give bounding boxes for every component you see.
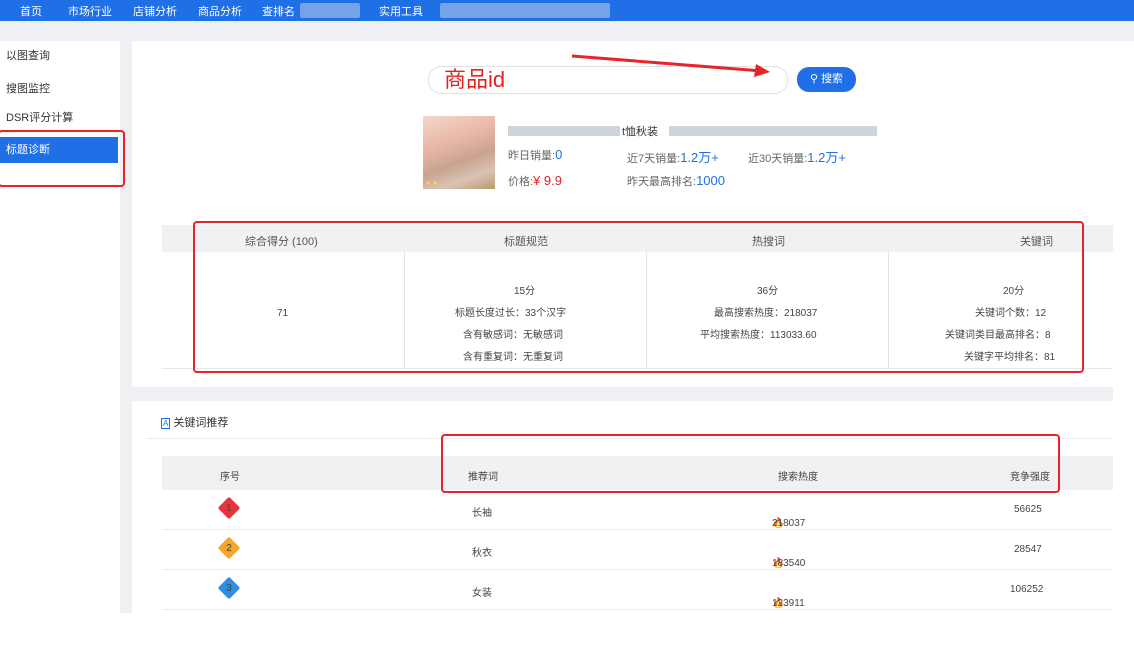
- sidebar-item-image-search[interactable]: 以图查询: [0, 43, 120, 69]
- section-gap: [132, 387, 1113, 401]
- nav-market[interactable]: 市场行业: [68, 3, 112, 19]
- table-row[interactable]: 1 长袖 🔥 218037 56625: [162, 490, 1113, 530]
- nav-rank[interactable]: 查排名: [262, 3, 295, 19]
- keyword-word: 女装: [472, 588, 492, 599]
- sidebar-item-image-monitor[interactable]: 搜图监控: [0, 76, 120, 102]
- table-row[interactable]: 3 女装 🔥 123911 106252: [162, 570, 1113, 610]
- search-overlay-text: 商品id: [444, 67, 506, 92]
- nav-tools[interactable]: 实用工具: [379, 3, 423, 23]
- rank-number: 3: [226, 583, 232, 594]
- blurred-title-part: [669, 126, 877, 136]
- competition-value: 56625: [1014, 504, 1042, 515]
- table-row[interactable]: 2 秋衣 🔥 183540 28547: [162, 530, 1113, 570]
- competition-value: 106252: [1010, 584, 1044, 595]
- search-button[interactable]: ⚲ 搜索: [797, 67, 856, 92]
- keyword-icon: A: [161, 418, 171, 429]
- top-nav: 首页 市场行业 店铺分析 商品分析 查排名 实用工具: [0, 0, 1134, 23]
- nav-home[interactable]: 首页: [20, 3, 42, 19]
- sidebar: 以图查询 搜图监控 DSR评分计算 标题诊断: [0, 41, 120, 613]
- stat-price: 价格:¥ 9.9: [508, 173, 562, 188]
- annotation-arrow: [571, 54, 770, 77]
- stat-yesterday-sales: 昨日销量:0: [508, 147, 563, 162]
- annotation-box-score-table: [193, 221, 1084, 373]
- blurred-nav-item: [300, 3, 360, 18]
- nav-shop-analysis[interactable]: 店铺分析: [133, 3, 177, 19]
- thumbnail-badge: ● ●: [426, 178, 438, 187]
- stat-30day-sales: 近30天销量:1.2万+: [748, 150, 846, 165]
- search-button-label: 搜索: [821, 73, 844, 85]
- keyword-word: 秋衣: [472, 548, 492, 559]
- blurred-title-part: [508, 126, 620, 136]
- rank-number: 1: [226, 503, 232, 514]
- magnifier-icon: ⚲: [809, 73, 818, 85]
- sidebar-item-dsr[interactable]: DSR评分计算: [0, 105, 120, 131]
- sidebar-gutter: [120, 41, 132, 613]
- keyword-word: 长袖: [472, 508, 492, 519]
- keyword-section-title: A 关键词推荐: [161, 417, 229, 429]
- stat-best-rank: 昨天最高排名:1000: [627, 173, 725, 188]
- stat-7day-sales: 近7天销量:1.2万+: [627, 150, 719, 165]
- annotation-box-keyword-header: [441, 434, 1060, 493]
- content-top-strip: [0, 21, 1134, 41]
- header-rank: 序号: [220, 472, 240, 483]
- product-title-fragment: t恤秋装: [622, 126, 659, 138]
- competition-value: 28547: [1014, 544, 1042, 555]
- annotation-box-sidebar: [0, 130, 125, 187]
- rank-number: 2: [226, 543, 232, 554]
- nav-product-analysis[interactable]: 商品分析: [198, 3, 242, 19]
- product-thumbnail[interactable]: ● ●: [423, 116, 495, 189]
- blurred-nav-item: [440, 3, 610, 18]
